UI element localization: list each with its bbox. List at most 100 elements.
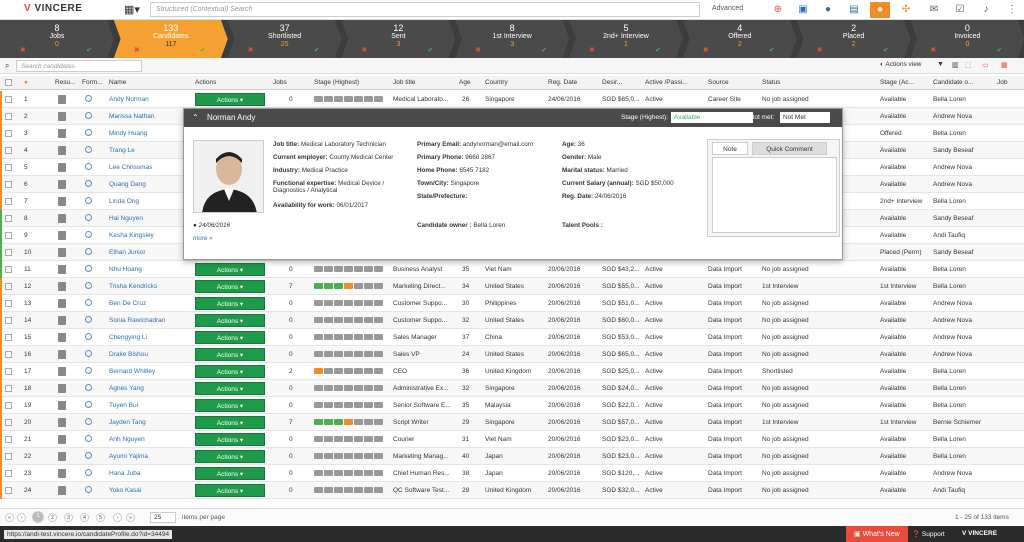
column-header[interactable]: Jobs (273, 79, 287, 86)
more-link[interactable]: more » (193, 235, 213, 242)
resume-icon[interactable] (58, 418, 66, 427)
form-search-icon[interactable] (85, 282, 92, 289)
candidate-name-link[interactable]: Tuyen Bui (109, 402, 189, 409)
actions-button[interactable]: Actions ▾ (195, 382, 265, 395)
person-icon[interactable]: ● (820, 2, 836, 18)
form-search-icon[interactable] (85, 435, 92, 442)
table-row[interactable]: 1 Andy Norman Actions ▾ 0 Medical Laborato..… (0, 91, 1024, 108)
form-search-icon[interactable] (85, 333, 92, 340)
next-page-button[interactable]: › (113, 513, 122, 522)
select-all-checkbox[interactable] (5, 79, 12, 86)
prev-page-button[interactable]: ‹ (17, 513, 26, 522)
pipeline-stage-shortlisted[interactable]: 37 Shortlisted 25 ✖ ✔ (227, 20, 342, 58)
table-row[interactable]: 14 Sonia Rawichadran Actions ▾ 0 Customer Su… (0, 312, 1024, 329)
actions-button[interactable]: Actions ▾ (195, 399, 265, 412)
actions-button[interactable]: Actions ▾ (195, 331, 265, 344)
candidate-name-link[interactable]: Yoko Kasai (109, 487, 189, 494)
candidate-name-link[interactable]: Linda Ong (109, 198, 189, 205)
actions-button[interactable]: Actions ▾ (195, 433, 265, 446)
candidate-name-link[interactable]: Hana Juba (109, 470, 189, 477)
row-checkbox[interactable] (5, 368, 12, 375)
column-header[interactable]: Resu... (55, 79, 76, 86)
column-header[interactable]: Name (109, 79, 126, 86)
table-row[interactable]: 22 Ayumi Yajima Actions ▾ 0 Marketing Manag.… (0, 448, 1024, 465)
column-header[interactable]: Country (485, 79, 508, 86)
tab-note[interactable]: Note (712, 142, 748, 155)
pipeline-stage-placed[interactable]: 2 Placed 2 ✖ ✔ (796, 20, 911, 58)
candidate-icon[interactable]: ● (870, 2, 890, 18)
table-row[interactable]: 13 Ben De Cruz Actions ▾ 0 Customer Suppo...… (0, 295, 1024, 312)
form-search-icon[interactable] (85, 248, 92, 255)
column-header[interactable]: Job title (393, 79, 415, 86)
resume-icon[interactable] (58, 95, 66, 104)
actions-button[interactable]: Actions ▾ (195, 365, 265, 378)
resume-icon[interactable] (58, 180, 66, 189)
column-header[interactable]: Stage (Highest) (314, 79, 359, 86)
candidate-name-link[interactable]: Nhu Hoang (109, 266, 189, 273)
column-header[interactable]: Source (708, 79, 729, 86)
row-checkbox[interactable] (5, 351, 12, 358)
resume-icon[interactable] (58, 299, 66, 308)
support-link[interactable]: ❓ Support (912, 530, 945, 538)
actions-button[interactable]: Actions ▾ (195, 297, 265, 310)
row-checkbox[interactable] (5, 215, 12, 222)
resume-icon[interactable] (58, 265, 66, 274)
column-header[interactable]: Status (762, 79, 780, 86)
mail-icon[interactable]: ✉ (926, 2, 942, 18)
candidate-name-link[interactable]: Marissa Nathan (109, 113, 189, 120)
form-search-icon[interactable] (85, 163, 92, 170)
resume-icon[interactable] (58, 401, 66, 410)
table-row[interactable]: 23 Hana Juba Actions ▾ 0 Chief Human Res... 3… (0, 465, 1024, 482)
page-button[interactable]: 2 (48, 513, 57, 522)
menu-icon[interactable]: ⋮ (1004, 2, 1020, 18)
row-checkbox[interactable] (5, 385, 12, 392)
form-search-icon[interactable] (85, 469, 92, 476)
resume-icon[interactable] (58, 486, 66, 495)
candidate-name-link[interactable]: Mindy Huang (109, 130, 189, 137)
form-search-icon[interactable] (85, 316, 92, 323)
actions-button[interactable]: Actions ▾ (195, 416, 265, 429)
row-checkbox[interactable] (5, 164, 12, 171)
candidate-name-link[interactable]: Ethan Junior (109, 249, 189, 256)
candidate-name-link[interactable]: Trang Le (109, 147, 189, 154)
table-row[interactable]: 12 Trisha Kendricks Actions ▾ 7 Marketing Di… (0, 278, 1024, 295)
resume-icon[interactable] (58, 452, 66, 461)
org-chart-icon[interactable]: ✣ (898, 2, 914, 18)
resume-icon[interactable] (58, 435, 66, 444)
actions-button[interactable]: Actions ▾ (195, 467, 265, 480)
collapse-icon[interactable]: ⌃ (192, 113, 199, 122)
tab-quick-comment[interactable]: Quick Comment (752, 142, 827, 155)
column-header[interactable]: Job (997, 79, 1007, 86)
resume-icon[interactable] (58, 333, 66, 342)
candidate-name-link[interactable]: Anh Nguyen (109, 436, 189, 443)
form-search-icon[interactable] (85, 265, 92, 272)
candidate-name-link[interactable]: Agnes Yang (109, 385, 189, 392)
resume-icon[interactable] (58, 231, 66, 240)
column-header[interactable]: Actions (195, 79, 216, 86)
apps-grid-icon[interactable]: ▦▾ (124, 3, 146, 17)
row-checkbox[interactable] (5, 334, 12, 341)
actions-button[interactable]: Actions ▾ (195, 263, 265, 276)
actions-button[interactable]: Actions ▾ (195, 314, 265, 327)
met-select[interactable]: Not Met (780, 112, 830, 123)
resume-icon[interactable] (58, 384, 66, 393)
pipeline-stage-1st-interview[interactable]: 8 1st Interview 3 ✖ ✔ (455, 20, 570, 58)
layout-icon[interactable]: ▦ (1001, 61, 1008, 69)
pipeline-stage-2nd-interview[interactable]: 5 2nd+ Interview 1 ✖ ✔ (569, 20, 683, 58)
candidate-name-link[interactable]: Jayden Tang (109, 419, 189, 426)
form-search-icon[interactable] (85, 384, 92, 391)
structured-search-input[interactable]: Structured (Contextual) Search (150, 2, 700, 17)
row-checkbox[interactable] (5, 436, 12, 443)
resume-icon[interactable] (58, 163, 66, 172)
page-button[interactable]: 5 (96, 513, 105, 522)
page-button[interactable]: 1 (32, 511, 44, 523)
row-checkbox[interactable] (5, 283, 12, 290)
table-row[interactable]: 21 Anh Nguyen Actions ▾ 0 Courier 31 Viet Nam 2… (0, 431, 1024, 448)
row-checkbox[interactable] (5, 266, 12, 273)
table-row[interactable]: 17 Bernard Whitley Actions ▾ 2 CEO 36 United K… (0, 363, 1024, 380)
page-button[interactable]: 3 (64, 513, 73, 522)
columns-icon[interactable]: ▥ (952, 61, 959, 69)
last-page-button[interactable]: » (126, 513, 135, 522)
candidate-name-link[interactable]: Andy Norman (109, 96, 189, 103)
row-checkbox[interactable] (5, 198, 12, 205)
